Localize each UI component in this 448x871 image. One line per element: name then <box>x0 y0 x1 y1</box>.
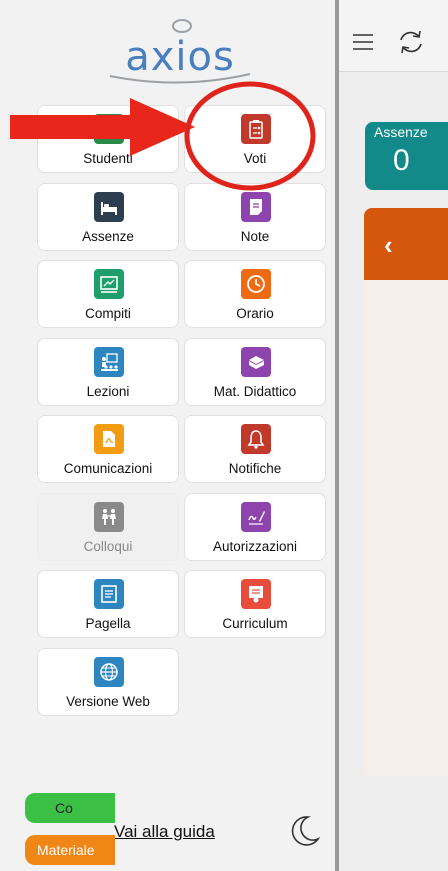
logo-wordmark: axios <box>125 34 235 80</box>
chevron-left-icon[interactable]: ‹ <box>384 230 393 261</box>
menu-tile-label: Autorizzazioni <box>212 538 298 554</box>
menu-tile-note[interactable]: Note <box>184 182 326 251</box>
green-pill-button[interactable]: Co <box>25 793 115 823</box>
books-icon <box>241 346 271 377</box>
dark-mode-moon-icon[interactable] <box>288 813 322 847</box>
bed-icon <box>94 191 124 222</box>
menu-tile-colloqui[interactable]: Colloqui <box>37 492 179 561</box>
meeting-icon <box>94 501 124 532</box>
menu-tile-label: Colloqui <box>83 538 133 554</box>
signature-icon <box>241 501 271 532</box>
chalkboard-icon <box>94 269 124 299</box>
menu-tile-notifiche[interactable]: Notifiche <box>184 415 326 483</box>
absences-title: Assenze <box>374 124 428 140</box>
certificate-icon <box>241 579 271 609</box>
menu-tile-comunicazioni[interactable]: Comunicazioni <box>37 415 179 483</box>
guide-link[interactable]: Vai alla guida <box>114 822 215 842</box>
menu-tile-pagella[interactable]: Pagella <box>37 570 179 638</box>
menu-tile-label: Assenze <box>82 228 134 244</box>
menu-tile-curriculum[interactable]: Curriculum <box>184 570 326 638</box>
menu-tile-label: Versione Web <box>66 693 150 709</box>
menu-tile-label: Lezioni <box>86 383 130 399</box>
menu-tile-lezioni[interactable]: Lezioni <box>37 337 179 406</box>
menu-tile-assenze[interactable]: Assenze <box>37 182 179 251</box>
content-panel: ‹ <box>364 208 448 776</box>
menu-tile-mat-didattico[interactable]: Mat. Didattico <box>184 337 326 406</box>
top-bar <box>339 0 448 72</box>
menu-tile-label: Orario <box>236 306 274 321</box>
menu-tile-label: Notifiche <box>228 461 282 476</box>
hamburger-menu-icon[interactable] <box>351 30 375 54</box>
main-panel: Assenze 0 ‹ <box>339 0 448 871</box>
menu-tile-autorizzazioni[interactable]: Autorizzazioni <box>184 492 326 561</box>
menu-tile-compiti[interactable]: Compiti <box>37 260 179 328</box>
menu-tile-label: Pagella <box>85 616 131 631</box>
menu-tile-label: Mat. Didattico <box>213 383 297 399</box>
pdf-icon <box>94 424 124 454</box>
materials-pill-button[interactable]: Materiale <box>25 835 115 865</box>
panel-header: ‹ <box>364 208 448 280</box>
menu-tile-label: Comunicazioni <box>63 461 153 476</box>
note-icon <box>241 191 271 222</box>
sidebar: axios Studenti Voti Assenze Note Compiti Orar… <box>0 0 335 871</box>
menu-tile-versione-web[interactable]: Versione Web <box>37 647 179 716</box>
menu-tile-label: Curriculum <box>222 616 288 631</box>
absences-card[interactable]: Assenze 0 <box>365 122 448 190</box>
refresh-icon[interactable] <box>397 28 425 56</box>
menu-tile-orario[interactable]: Orario <box>184 260 326 328</box>
report-card-icon <box>94 579 124 609</box>
classroom-icon <box>94 346 124 377</box>
menu-tile-label: Note <box>240 228 270 244</box>
bell-icon <box>241 424 271 454</box>
globe-icon <box>94 656 124 687</box>
clock-icon <box>241 269 271 299</box>
menu-tile-label: Compiti <box>85 306 131 321</box>
axios-logo: axios <box>100 18 260 84</box>
app-screen: axios Studenti Voti Assenze Note Compiti Orar… <box>0 0 448 871</box>
absences-count: 0 <box>393 144 410 177</box>
annotation-circle <box>184 81 316 191</box>
annotation-arrow <box>10 98 195 156</box>
